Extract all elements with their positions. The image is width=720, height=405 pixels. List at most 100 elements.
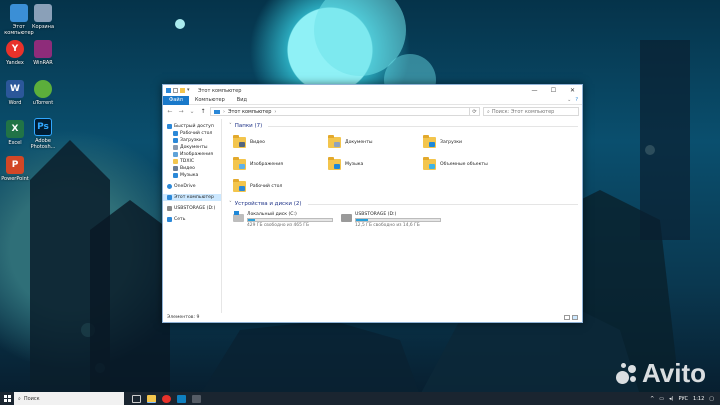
tab-file[interactable]: Файл (163, 95, 189, 105)
desktop-icon-winrar[interactable]: WinRAR (28, 40, 58, 66)
nav-item-this-pc[interactable]: Этот компьютер (163, 194, 221, 201)
store-taskbar-icon[interactable] (177, 394, 186, 403)
section-divider (268, 125, 578, 127)
task-view-icon[interactable] (132, 394, 141, 403)
desktop-icon-recycle-bin[interactable]: Корзина (28, 4, 58, 30)
nav-item-pictures[interactable]: Изображения (163, 151, 221, 158)
expand-ribbon-icon[interactable]: ⌄ (567, 97, 571, 103)
language-indicator[interactable]: РУС (678, 396, 688, 402)
search-input[interactable]: ⌕ Поиск: Этот компьютер (483, 107, 579, 116)
taskbar-apps (132, 394, 201, 403)
maximize-button[interactable]: ☐ (544, 85, 563, 96)
drive-label: USBSTORAGE (D:) (355, 212, 397, 217)
folder-downloads[interactable]: Загрузки (423, 133, 518, 152)
section-divider (307, 203, 578, 205)
tab-view[interactable]: Вид (231, 96, 253, 105)
close-button[interactable]: ✕ (563, 85, 582, 96)
nav-item-usbstorage[interactable]: USBSTORAGE (D:) (163, 205, 221, 212)
video-folder-icon (233, 135, 246, 148)
search-icon: ⌕ (487, 108, 490, 115)
address-bar-row: ← → ⌄ ↑ › Этот компьютер › ⟳ ⌕ Поиск: Эт… (163, 105, 582, 118)
drive-free-space: 12,5 ГБ свободно из 14,6 ГБ (355, 223, 420, 228)
nav-item-music[interactable]: Музыка (163, 172, 221, 179)
drive-usage-bar (247, 218, 333, 222)
nav-item-documents[interactable]: Документы (163, 144, 221, 151)
drive-d[interactable]: USBSTORAGE (D:) 12,5 ГБ свободно из 14,6… (341, 212, 441, 228)
desktop-icon-utorrent[interactable]: uTorrent (28, 80, 58, 106)
word-icon: W (6, 80, 24, 98)
3d-objects-folder-icon (423, 157, 436, 170)
local-disk-icon (233, 211, 244, 222)
usb-drive-icon (341, 214, 352, 222)
tab-computer[interactable]: Компьютер (189, 96, 231, 105)
title-bar[interactable]: ▾ Этот компьютер — ☐ ✕ (163, 85, 582, 96)
pc-icon (214, 109, 220, 114)
recent-locations-button[interactable]: ⌄ (188, 108, 196, 115)
download-icon (173, 138, 178, 143)
music-icon (173, 173, 178, 178)
desktop-icon-photoshop[interactable]: Ps Adobe Photosh... (28, 118, 58, 150)
folder-desktop[interactable]: Рабочий стол (233, 177, 328, 196)
taskbar-search-input[interactable]: ⌕ Поиск (14, 392, 124, 405)
new-folder-icon[interactable] (180, 88, 185, 93)
start-button[interactable] (0, 392, 14, 405)
photoshop-icon: Ps (34, 118, 52, 136)
pc-icon (166, 88, 171, 93)
network-icon[interactable]: ▭ (659, 396, 664, 402)
address-field[interactable]: › Этот компьютер › (210, 107, 470, 116)
collapse-chevron-icon[interactable]: ˅ (229, 123, 232, 129)
nav-item-onedrive[interactable]: OneDrive (163, 183, 221, 190)
desktop-folder-icon (233, 179, 246, 192)
folder-pictures[interactable]: Изображения (233, 155, 328, 174)
network-icon (167, 217, 172, 222)
avito-wordmark: Avito (641, 358, 706, 388)
excel-icon: X (6, 120, 24, 138)
powerpoint-icon: P (6, 156, 24, 174)
breadcrumb-separator: › (223, 108, 225, 115)
chevron-up-icon[interactable]: ^ (650, 396, 654, 402)
folder-music[interactable]: Музыка (328, 155, 423, 174)
volume-icon[interactable]: ◂) (669, 396, 673, 402)
folder-video[interactable]: Видео (233, 133, 328, 152)
settings-taskbar-icon[interactable] (192, 394, 201, 403)
back-button[interactable]: ← (166, 108, 174, 115)
notifications-icon[interactable]: ▢ (709, 396, 714, 402)
nav-item-downloads[interactable]: Загрузки (163, 137, 221, 144)
yandex-taskbar-icon[interactable] (162, 394, 171, 403)
desktop-icon-excel[interactable]: X Excel (0, 120, 30, 146)
ribbon-tabs: Файл Компьютер Вид ⌄ ? (163, 95, 582, 105)
nav-item-video[interactable]: Видео (163, 165, 221, 172)
desktop-icon-powerpoint[interactable]: P PowerPoint (0, 156, 30, 182)
quick-access-toolbar: ▾ (166, 88, 192, 93)
forward-button[interactable]: → (177, 108, 185, 115)
nav-item-network[interactable]: Сеть (163, 216, 221, 223)
drives-section-header[interactable]: ˅ Устройства и диски (2) (229, 200, 578, 208)
properties-icon[interactable] (173, 88, 178, 93)
refresh-button[interactable]: ⟳ (470, 107, 480, 116)
breadcrumb-separator[interactable]: › (274, 109, 276, 115)
explorer-window: ▾ Этот компьютер — ☐ ✕ Файл Компьютер Ви… (162, 84, 583, 323)
explorer-taskbar-icon[interactable] (147, 394, 156, 403)
clock[interactable]: 1:12 (693, 396, 704, 402)
search-icon: ⌕ (18, 395, 21, 402)
details-view-icon[interactable] (564, 315, 570, 320)
minimize-button[interactable]: — (525, 85, 544, 96)
large-icons-view-icon[interactable] (572, 315, 578, 320)
folders-grid: Видео Документы Загрузки Изображения Муз… (229, 130, 578, 200)
nav-item-tdxic[interactable]: TDXIC (163, 158, 221, 165)
folder-3d-objects[interactable]: Объемные объекты (423, 155, 518, 174)
collapse-chevron-icon[interactable]: ˅ (229, 201, 232, 207)
chevron-down-icon[interactable]: ▾ (187, 88, 192, 93)
help-icon[interactable]: ? (575, 97, 578, 103)
folder-documents[interactable]: Документы (328, 133, 423, 152)
nav-item-quick-access[interactable]: Быстрый доступ (163, 123, 221, 130)
desktop-icon-word[interactable]: W Word (0, 80, 30, 106)
drive-c[interactable]: Локальный диск (C:) 429 ГБ свободно из 4… (233, 211, 333, 228)
breadcrumb-this-pc[interactable]: Этот компьютер (228, 109, 271, 115)
up-button[interactable]: ↑ (199, 108, 207, 115)
cloud-icon (167, 184, 172, 189)
desktop-icon-yandex[interactable]: Y Yandex (0, 40, 30, 66)
nav-item-desktop[interactable]: Рабочий стол (163, 130, 221, 137)
folders-section-header[interactable]: ˅ Папки (7) (229, 122, 578, 130)
item-count: Элементов: 9 (167, 315, 200, 320)
